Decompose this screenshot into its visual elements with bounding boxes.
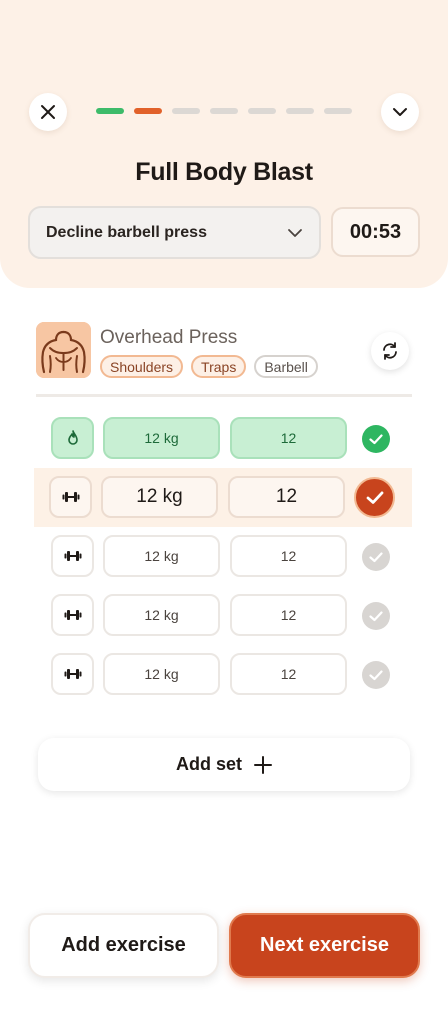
close-button[interactable] bbox=[29, 93, 67, 131]
complete-set-button[interactable] bbox=[362, 425, 390, 453]
set-type-button[interactable] bbox=[51, 594, 94, 636]
complete-set-button[interactable] bbox=[362, 543, 390, 571]
check-icon bbox=[366, 491, 383, 504]
set-type-button[interactable] bbox=[51, 653, 94, 695]
set-row: 12 kg 12 bbox=[36, 409, 412, 468]
shoulders-muscle-icon bbox=[36, 322, 91, 378]
swap-icon bbox=[383, 342, 397, 360]
reps-input[interactable]: 12 bbox=[228, 476, 345, 518]
weight-input[interactable]: 12 kg bbox=[103, 535, 220, 577]
reps-input[interactable]: 12 bbox=[230, 594, 347, 636]
set-type-button[interactable] bbox=[49, 476, 92, 518]
chevron-down-icon bbox=[393, 108, 407, 116]
set-row: 12 kg 12 bbox=[36, 527, 412, 586]
plus-icon bbox=[254, 755, 272, 774]
workout-header-panel: Full Body Blast Decline barbell press 00… bbox=[0, 0, 448, 288]
collapse-button[interactable] bbox=[381, 93, 419, 131]
check-icon bbox=[369, 669, 383, 680]
progress-segment bbox=[210, 108, 238, 114]
equipment-tag: Barbell bbox=[254, 355, 318, 378]
complete-set-button[interactable] bbox=[362, 661, 390, 689]
add-set-button[interactable]: Add set bbox=[38, 738, 410, 791]
exercise-select-value: Decline barbell press bbox=[46, 223, 207, 241]
flame-icon bbox=[67, 430, 78, 445]
exercise-tags: Shoulders Traps Barbell bbox=[100, 355, 318, 378]
exercise-card-header: Overhead Press Shoulders Traps Barbell bbox=[36, 313, 412, 397]
reps-input[interactable]: 12 bbox=[230, 535, 347, 577]
weight-input[interactable]: 12 kg bbox=[103, 594, 220, 636]
dumbbell-icon bbox=[64, 669, 81, 679]
set-row: 12 kg 12 bbox=[36, 586, 412, 645]
muscle-tag-shoulders: Shoulders bbox=[100, 355, 184, 378]
muscle-tag-traps: Traps bbox=[191, 355, 247, 378]
add-exercise-button[interactable]: Add exercise bbox=[28, 913, 219, 978]
workout-progress bbox=[96, 108, 352, 114]
next-exercise-button[interactable]: Next exercise bbox=[229, 913, 420, 978]
add-set-label: Add set bbox=[175, 754, 242, 774]
check-icon bbox=[369, 610, 383, 621]
reps-input[interactable]: 12 bbox=[230, 653, 347, 695]
chevron-down-icon bbox=[288, 228, 302, 237]
check-icon bbox=[369, 433, 383, 444]
close-icon bbox=[41, 105, 55, 119]
complete-set-button[interactable] bbox=[354, 477, 395, 518]
set-type-button[interactable] bbox=[51, 535, 94, 577]
progress-segment bbox=[286, 108, 314, 114]
exercise-select[interactable]: Decline barbell press bbox=[28, 206, 321, 259]
set-row: 12 kg 12 bbox=[36, 645, 412, 704]
dumbbell-icon bbox=[64, 551, 81, 561]
progress-segment bbox=[248, 108, 276, 114]
dumbbell-icon bbox=[64, 610, 81, 620]
progress-segment bbox=[134, 108, 162, 114]
workout-title: Full Body Blast bbox=[135, 158, 313, 186]
exercise-card: Overhead Press Shoulders Traps Barbell 1… bbox=[34, 313, 412, 798]
swap-exercise-button[interactable] bbox=[371, 332, 409, 370]
complete-set-button[interactable] bbox=[362, 602, 390, 630]
progress-segment bbox=[96, 108, 124, 114]
weight-input[interactable]: 12 kg bbox=[103, 417, 220, 459]
reps-input[interactable]: 12 bbox=[230, 417, 347, 459]
set-row: 12 kg 12 bbox=[34, 468, 412, 527]
exercise-name: Overhead Press bbox=[100, 327, 238, 348]
progress-segment bbox=[324, 108, 352, 114]
workout-timer: 00:53 bbox=[331, 207, 420, 257]
check-icon bbox=[369, 551, 383, 562]
weight-input[interactable]: 12 kg bbox=[101, 476, 218, 518]
progress-segment bbox=[172, 108, 200, 114]
weight-input[interactable]: 12 kg bbox=[103, 653, 220, 695]
dumbbell-icon bbox=[62, 492, 79, 502]
set-type-button[interactable] bbox=[51, 417, 94, 459]
